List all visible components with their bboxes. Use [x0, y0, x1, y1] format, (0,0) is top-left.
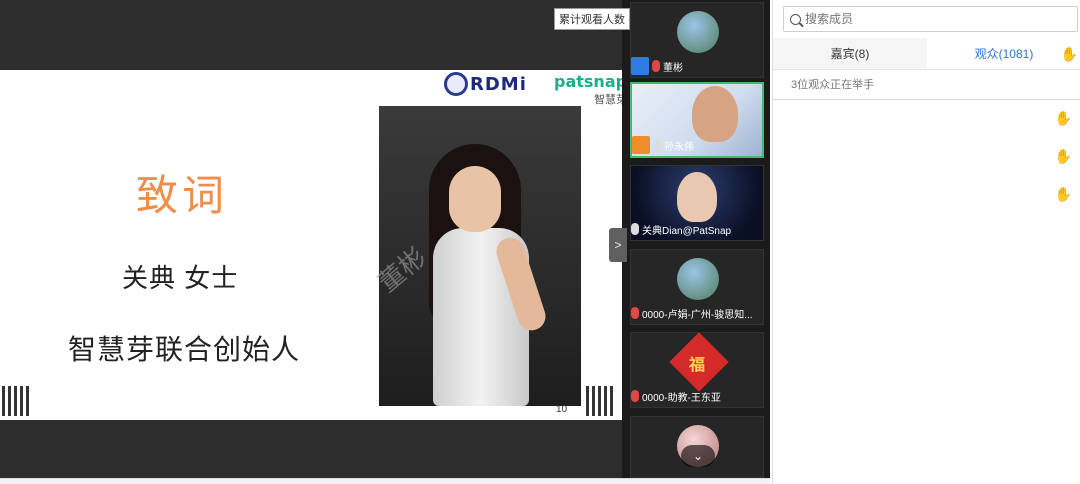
video-tile-label: 董彬 — [631, 57, 687, 75]
video-tile-label: 孙永伟 — [632, 136, 698, 154]
participant-video — [677, 172, 717, 222]
participant-video — [692, 86, 738, 142]
video-tile[interactable]: 0000-卢娟-广州-骏思知... — [630, 249, 764, 325]
video-tiles-column: 董彬 孙永伟 关典Dian@PatSnap 0000-卢娟-广州-骏思知... … — [622, 0, 770, 478]
bottom-toolbar — [0, 478, 770, 484]
mic-icon — [631, 223, 639, 235]
shared-screen-stage: 累计观看人数 RDMi patsnap 智慧芽 致词 关典 女士 智慧芽联合创始… — [0, 0, 630, 478]
collapse-video-panel-button[interactable]: > — [609, 228, 627, 262]
member-search[interactable] — [783, 6, 1078, 32]
mic-muted-icon — [652, 60, 660, 72]
user-icon — [631, 57, 649, 75]
mic-muted-icon — [631, 307, 639, 319]
speaker-role: 智慧芽联合创始人 — [68, 334, 301, 365]
mic-muted-icon — [631, 390, 639, 402]
slide-title: 致词 — [136, 171, 229, 220]
video-tile[interactable]: 关典Dian@PatSnap — [630, 165, 764, 241]
meeting-app: 累计观看人数 RDMi patsnap 智慧芽 致词 关典 女士 智慧芽联合创始… — [0, 0, 1080, 484]
mic-icon — [653, 139, 661, 151]
video-tile[interactable]: 福 0000-助教-王东亚 — [630, 332, 764, 408]
avatar — [677, 258, 719, 300]
tab-guests[interactable]: 嘉宾(8) — [773, 38, 927, 69]
scroll-down-button[interactable]: ⌄ — [681, 445, 715, 467]
cumulative-views-badge[interactable]: 累计观看人数 — [554, 8, 630, 30]
member-tabs: 嘉宾(8) 观众(1081) — [773, 38, 1080, 70]
members-panel: 嘉宾(8) 观众(1081) ✋ 3位观众正在举手 ✋ ✋ ✋ — [772, 0, 1080, 484]
raise-hand-icon[interactable]: ✋ — [1055, 186, 1072, 203]
search-icon — [790, 13, 801, 25]
raise-hand-icon[interactable]: ✋ — [1055, 110, 1072, 127]
user-icon — [632, 136, 650, 154]
qr-code-icon — [2, 386, 32, 416]
search-input[interactable] — [805, 12, 1065, 26]
video-tile-label: 0000-卢娟-广州-骏思知... — [631, 304, 757, 322]
video-tile[interactable]: 董彬 — [630, 2, 764, 78]
video-tile-active-speaker[interactable]: 孙永伟 — [630, 82, 764, 158]
rdmi-seal-icon — [444, 72, 468, 96]
video-tile[interactable]: ⌄ — [630, 416, 764, 478]
patsnap-logo: patsnap 智慧芽 — [554, 72, 622, 106]
qr-code-icon — [586, 386, 616, 416]
slide-page-number: 10 — [556, 404, 568, 415]
video-tile-label: 关典Dian@PatSnap — [631, 220, 735, 238]
presentation-slide: RDMi patsnap 智慧芽 致词 关典 女士 智慧芽联合创始人 董彬 10 — [0, 70, 622, 420]
avatar — [677, 11, 719, 53]
video-tile-label: 0000-助教-王东亚 — [631, 387, 725, 405]
tab-audience[interactable]: 观众(1081) — [927, 38, 1080, 69]
rdmi-logo: RDMi — [444, 72, 527, 96]
speaker-name: 关典 女士 — [122, 263, 239, 293]
raise-hand-icon[interactable]: ✋ — [1061, 46, 1078, 63]
raise-hand-icon[interactable]: ✋ — [1055, 148, 1072, 165]
hand-raise-status: 3位观众正在举手 — [773, 70, 1080, 100]
